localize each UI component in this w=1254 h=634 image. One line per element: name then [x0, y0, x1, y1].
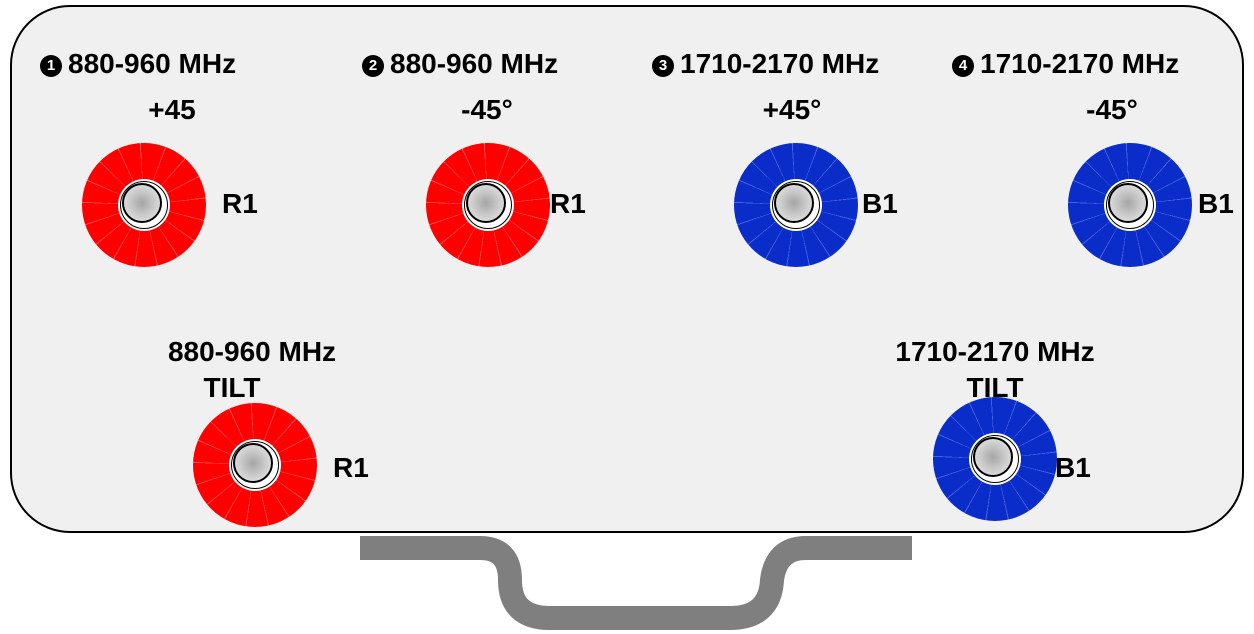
- port-4-band-label: 4 1710-2170 MHz: [952, 48, 1179, 80]
- connector-pin-icon: [466, 183, 506, 223]
- connector-pin-icon: [233, 443, 273, 483]
- port-4-band-text: 1710-2170 MHz: [980, 48, 1180, 79]
- port-4-number-icon: 4: [952, 55, 974, 77]
- tilt-high-connector-label: B1: [1055, 452, 1091, 483]
- tilt-low-band-label: 880-960 MHz: [167, 336, 337, 367]
- connector-pin-icon: [1108, 183, 1148, 223]
- port-1-connector-label: R1: [222, 188, 258, 219]
- connector-pin-icon: [122, 183, 162, 223]
- port-4-polarization: -45°: [1086, 94, 1138, 125]
- port-3-connector[interactable]: [734, 143, 858, 267]
- port-3-number-icon: 3: [652, 55, 674, 77]
- connector-pin-icon: [774, 183, 814, 223]
- port-2-polarization: -45°: [461, 94, 513, 125]
- tilt-high-band-label: 1710-2170 MHz: [895, 336, 1095, 367]
- port-4-connector[interactable]: [1068, 143, 1192, 267]
- port-2-connector-label: R1: [550, 188, 586, 219]
- port-1-band-label: 1 880-960 MHz: [40, 48, 236, 80]
- port-1-connector[interactable]: [82, 143, 206, 267]
- tilt-low-connector-label: R1: [333, 452, 369, 483]
- port-2-band-label: 2 880-960 MHz: [362, 48, 558, 80]
- port-2-band-text: 880-960 MHz: [390, 48, 559, 79]
- port-1-polarization: +45: [148, 94, 196, 125]
- port-2-number-icon: 2: [362, 55, 384, 77]
- tilt-high-connector[interactable]: [933, 397, 1057, 521]
- tilt-low-connector[interactable]: [193, 403, 317, 527]
- port-3-band-label: 3 1710-2170 MHz: [652, 48, 879, 80]
- port-3-band-text: 1710-2170 MHz: [680, 48, 880, 79]
- connector-pin-icon: [973, 437, 1013, 477]
- port-2-connector[interactable]: [426, 143, 550, 267]
- tilt-low-label: TILT: [203, 372, 261, 403]
- port-1-band-text: 880-960 MHz: [68, 48, 237, 79]
- port-3-connector-label: B1: [862, 188, 898, 219]
- port-3-polarization: +45°: [762, 94, 822, 125]
- port-4-connector-label: B1: [1198, 188, 1234, 219]
- port-1-number-icon: 1: [40, 55, 62, 77]
